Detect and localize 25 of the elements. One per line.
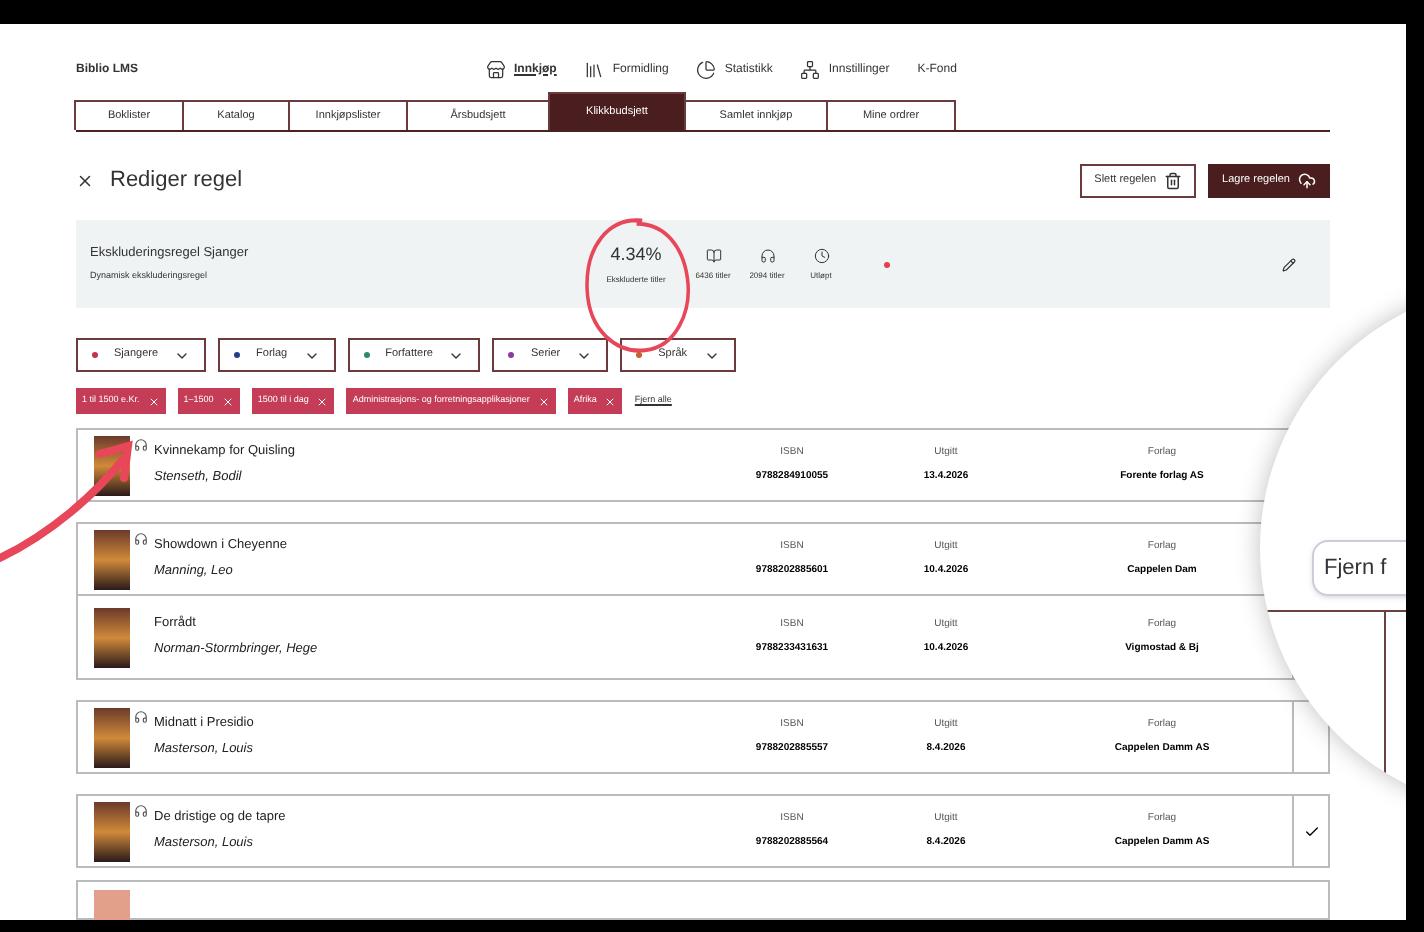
page-title: Rediger regel	[110, 165, 245, 196]
books-icon	[584, 60, 605, 80]
book-cover	[94, 529, 130, 589]
cloud-upload-icon	[1298, 171, 1316, 189]
clock-icon	[813, 247, 829, 263]
hierarchy-icon	[800, 60, 821, 80]
remove-icon	[221, 395, 234, 407]
store-icon	[486, 60, 506, 80]
check-icon	[1303, 823, 1319, 839]
book-cover	[94, 801, 130, 861]
remove-icon	[147, 395, 160, 407]
excluded-percent: 4.34%	[610, 241, 662, 268]
remove-icon	[316, 395, 329, 407]
close-icon[interactable]	[76, 171, 94, 189]
remove-icon	[604, 395, 617, 407]
pie-chart-icon	[696, 60, 717, 80]
book-cover	[94, 607, 130, 667]
search-field[interactable]: Fjern f	[1312, 540, 1406, 596]
trash-icon	[1164, 171, 1183, 189]
remove-icon	[537, 395, 550, 407]
book-cover	[94, 707, 130, 767]
edit-icon[interactable]	[1282, 257, 1296, 271]
headphones-icon	[759, 247, 775, 263]
book-icon	[705, 247, 721, 263]
book-cover	[94, 890, 130, 920]
